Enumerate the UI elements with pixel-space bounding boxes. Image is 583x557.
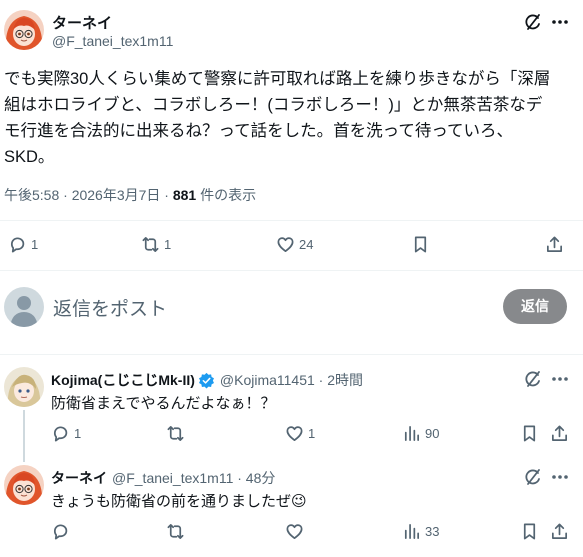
- repost-icon: [167, 425, 184, 442]
- grok-icon[interactable]: [523, 12, 543, 32]
- reply-header: Kojima(こじこじMk-II) @Kojima11451 · 2時間: [51, 370, 363, 390]
- reply-button[interactable]: 1: [51, 424, 81, 443]
- author-name[interactable]: ターネイ: [52, 12, 112, 33]
- thread-line: [23, 410, 25, 462]
- wink-emoji: 😉: [291, 493, 307, 510]
- grok-icon[interactable]: [523, 467, 543, 487]
- repost-button[interactable]: [166, 522, 189, 541]
- divider: [0, 270, 583, 271]
- share-button[interactable]: [545, 235, 564, 254]
- reply-handle-time[interactable]: @F_tanei_tex1m11 · 48分: [112, 468, 275, 488]
- reply-avatar[interactable]: [4, 465, 44, 505]
- reply-author-name[interactable]: Kojima(こじこじMk-II): [51, 370, 195, 390]
- reply-author-name[interactable]: ターネイ: [51, 468, 107, 488]
- bookmark-icon: [523, 425, 536, 442]
- tweet-meta: 午後5:58 · 2026年3月7日 · 881 件の表示: [4, 185, 256, 205]
- like-button[interactable]: 24: [276, 235, 313, 254]
- reply-count: 1: [74, 426, 82, 441]
- user-avatar[interactable]: [4, 287, 44, 327]
- more-options-icon[interactable]: [551, 12, 569, 32]
- reply-avatar[interactable]: [4, 367, 44, 407]
- bookmark-button[interactable]: [411, 235, 430, 254]
- analytics-icon: [404, 425, 420, 442]
- divider: [0, 220, 583, 221]
- share-icon: [551, 523, 568, 540]
- like-count: 1: [308, 426, 316, 441]
- reply-header: ターネイ @F_tanei_tex1m11 · 48分: [51, 468, 275, 488]
- bookmark-icon: [414, 236, 427, 253]
- views-button[interactable]: 33: [402, 522, 439, 541]
- author-avatar[interactable]: [4, 10, 44, 50]
- bookmark-button[interactable]: [520, 522, 539, 541]
- share-icon: [551, 425, 568, 442]
- repost-icon: [142, 236, 159, 253]
- tweet-text-line: SKD。: [4, 148, 55, 166]
- verified-badge-icon: [198, 372, 215, 389]
- timestamp[interactable]: 午後5:58 · 2026年3月7日 ·: [4, 187, 173, 203]
- reply-button[interactable]: [51, 522, 74, 541]
- heart-icon: [286, 524, 303, 540]
- reply-icon: [53, 426, 68, 442]
- repost-button[interactable]: 1: [141, 235, 171, 254]
- divider: [0, 354, 583, 355]
- bookmark-icon: [523, 523, 536, 540]
- heart-icon: [277, 237, 294, 253]
- bookmark-button[interactable]: [520, 424, 539, 443]
- heart-icon: [286, 426, 303, 442]
- analytics-icon: [404, 523, 420, 540]
- like-button[interactable]: 1: [285, 424, 315, 443]
- reply-icon: [53, 524, 68, 540]
- share-button[interactable]: [550, 424, 569, 443]
- views-count: 33: [425, 524, 440, 539]
- reply-text: 防衛省まえでやるんだよなぁ！？: [51, 395, 276, 412]
- repost-count: 1: [164, 237, 172, 252]
- author-handle[interactable]: @F_tanei_tex1m11: [52, 33, 173, 49]
- more-options-icon[interactable]: [551, 467, 569, 487]
- views-count: 90: [425, 426, 440, 441]
- like-button[interactable]: [285, 522, 308, 541]
- tweet-text-line: 組はホロライブと、コラボしろー！(コラボしろー！)」とか無茶苦茶なデ: [4, 96, 543, 114]
- reply-button[interactable]: 1: [8, 235, 38, 254]
- reply-handle-time[interactable]: @Kojima11451 · 2時間: [220, 370, 363, 390]
- tweet-text-line: モ行進を合法的に出来るね？って話をした。首を洗って待っていろ、: [4, 122, 514, 140]
- reply-input[interactable]: 返信をポスト: [53, 294, 473, 321]
- like-count: 24: [299, 237, 314, 252]
- repost-icon: [167, 523, 184, 540]
- tweet-text: でも実際30人くらい集めて警察に許可取れば路上を練り歩きながら「深層 組はホロラ…: [4, 66, 579, 170]
- views-button[interactable]: 90: [402, 424, 439, 443]
- more-options-icon[interactable]: [551, 369, 569, 389]
- reply-text-body: きょうも防衛省の前を通りましたぜ: [51, 493, 292, 510]
- reply-count: 1: [31, 237, 39, 252]
- tweet-text-line: でも実際30人くらい集めて警察に許可取れば路上を練り歩きながら「深層: [4, 70, 551, 88]
- reply-submit-button[interactable]: 返信: [503, 289, 567, 324]
- reply-text: きょうも防衛省の前を通りましたぜ😉: [51, 490, 307, 511]
- grok-icon[interactable]: [523, 369, 543, 389]
- repost-button[interactable]: [166, 424, 189, 443]
- share-icon: [546, 236, 563, 253]
- reply-icon: [10, 237, 25, 253]
- view-count: 881: [172, 187, 197, 203]
- share-button[interactable]: [550, 522, 569, 541]
- view-count-suffix: 件の表示: [196, 187, 257, 203]
